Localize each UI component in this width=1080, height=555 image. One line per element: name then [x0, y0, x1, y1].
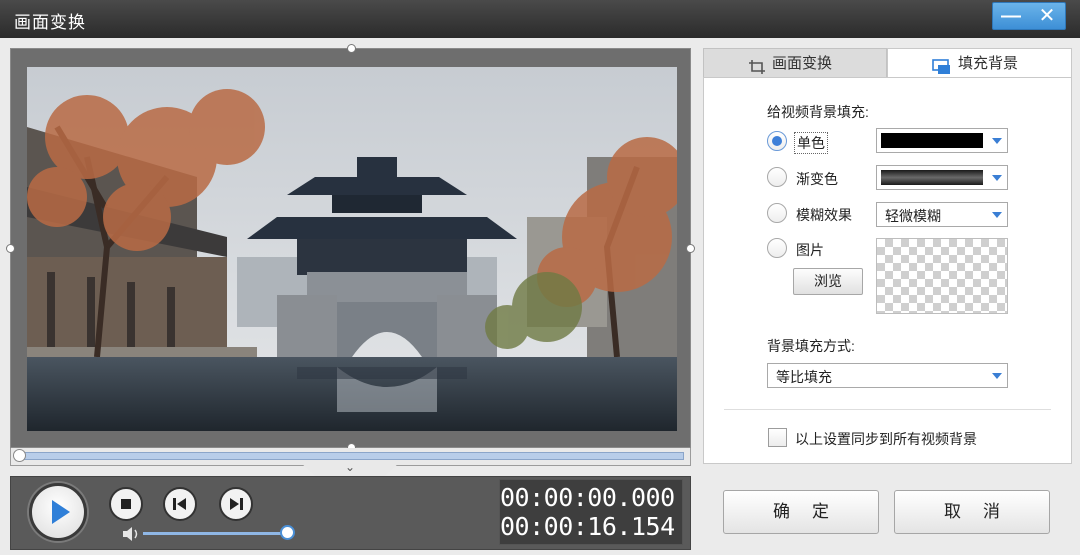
image-preview-placeholder	[876, 238, 1008, 314]
sync-all-label[interactable]: 以上设置同步到所有视频背景	[795, 429, 977, 449]
radio-solid-color[interactable]	[767, 131, 787, 151]
volume-icon[interactable]	[121, 525, 141, 546]
radio-solid-color-label[interactable]: 单色	[794, 132, 828, 154]
time-display: 00:00:00.000 00:00:16.154	[499, 479, 683, 545]
dropdown-arrow-icon	[992, 175, 1002, 181]
resize-handle-right[interactable]	[686, 244, 695, 253]
video-scene-illustration	[27, 67, 677, 431]
radio-gradient[interactable]	[767, 167, 787, 187]
sync-all-checkbox[interactable]	[768, 428, 787, 447]
tab-transform[interactable]: 画面变换	[703, 48, 887, 78]
resize-handle-left[interactable]	[6, 244, 15, 253]
radio-blur[interactable]	[767, 203, 787, 223]
dropdown-arrow-icon	[992, 373, 1002, 379]
divider	[724, 409, 1051, 410]
timeline-track[interactable]	[17, 452, 684, 460]
volume-slider-knob[interactable]	[280, 525, 295, 540]
radio-blur-label[interactable]: 模糊效果	[796, 205, 852, 225]
gradient-color-swatch	[881, 170, 983, 185]
title-bar: 画面变换 — ✕	[0, 0, 1080, 38]
player-controls: 00:00:00.000 00:00:16.154	[10, 476, 691, 550]
window-title: 画面变换	[14, 13, 86, 32]
fill-mode-select[interactable]: 等比填充	[767, 363, 1008, 388]
dropdown-arrow-icon	[992, 212, 1002, 218]
cancel-button[interactable]: 取消	[894, 490, 1050, 534]
chevron-down-icon: ⌄	[344, 460, 356, 474]
stop-button[interactable]	[109, 487, 143, 521]
minimize-button[interactable]: —	[993, 3, 1029, 29]
previous-frame-icon	[173, 498, 186, 510]
fill-section-label: 给视频背景填充:	[767, 104, 869, 120]
close-button[interactable]: ✕	[1029, 3, 1065, 29]
next-frame-button[interactable]	[219, 487, 253, 521]
fill-background-panel: 给视频背景填充: 单色 渐变色 模糊效果 轻微模糊 图片 浏览 背景填充方式: …	[703, 77, 1072, 464]
blur-level-select[interactable]: 轻微模糊	[876, 202, 1008, 227]
current-time: 00:00:00.000	[500, 483, 675, 512]
window-controls: — ✕	[992, 2, 1066, 30]
video-preview-frame[interactable]	[6, 44, 695, 452]
fill-mode-label: 背景填充方式:	[767, 338, 855, 354]
stop-icon	[121, 499, 131, 509]
tab-transform-label: 画面变换	[772, 55, 833, 72]
resize-handle-top[interactable]	[347, 44, 356, 53]
radio-image[interactable]	[767, 238, 787, 258]
video-frame-image	[27, 67, 677, 431]
previous-frame-button[interactable]	[163, 487, 197, 521]
play-button[interactable]	[29, 483, 87, 541]
play-icon	[52, 500, 70, 524]
gradient-color-picker[interactable]	[876, 165, 1008, 190]
tab-bar: 画面变换 填充背景	[703, 48, 1072, 78]
solid-color-picker[interactable]	[876, 128, 1008, 153]
tab-fill-background-label: 填充背景	[958, 55, 1019, 72]
timeline-playhead[interactable]	[13, 449, 26, 462]
fill-mode-value: 等比填充	[776, 369, 832, 385]
volume-slider[interactable]	[143, 532, 287, 535]
browse-button[interactable]: 浏览	[793, 268, 863, 295]
ok-button[interactable]: 确定	[723, 490, 879, 534]
tab-fill-background[interactable]: 填充背景	[887, 48, 1072, 78]
dropdown-arrow-icon	[992, 138, 1002, 144]
blur-level-value: 轻微模糊	[885, 208, 941, 224]
solid-color-swatch	[881, 133, 983, 148]
total-time: 00:00:16.154	[500, 512, 675, 541]
collapse-toggle[interactable]: ⌄	[300, 462, 400, 476]
radio-image-label[interactable]: 图片	[796, 240, 824, 260]
radio-gradient-label[interactable]: 渐变色	[796, 169, 838, 189]
next-frame-icon	[230, 498, 243, 510]
